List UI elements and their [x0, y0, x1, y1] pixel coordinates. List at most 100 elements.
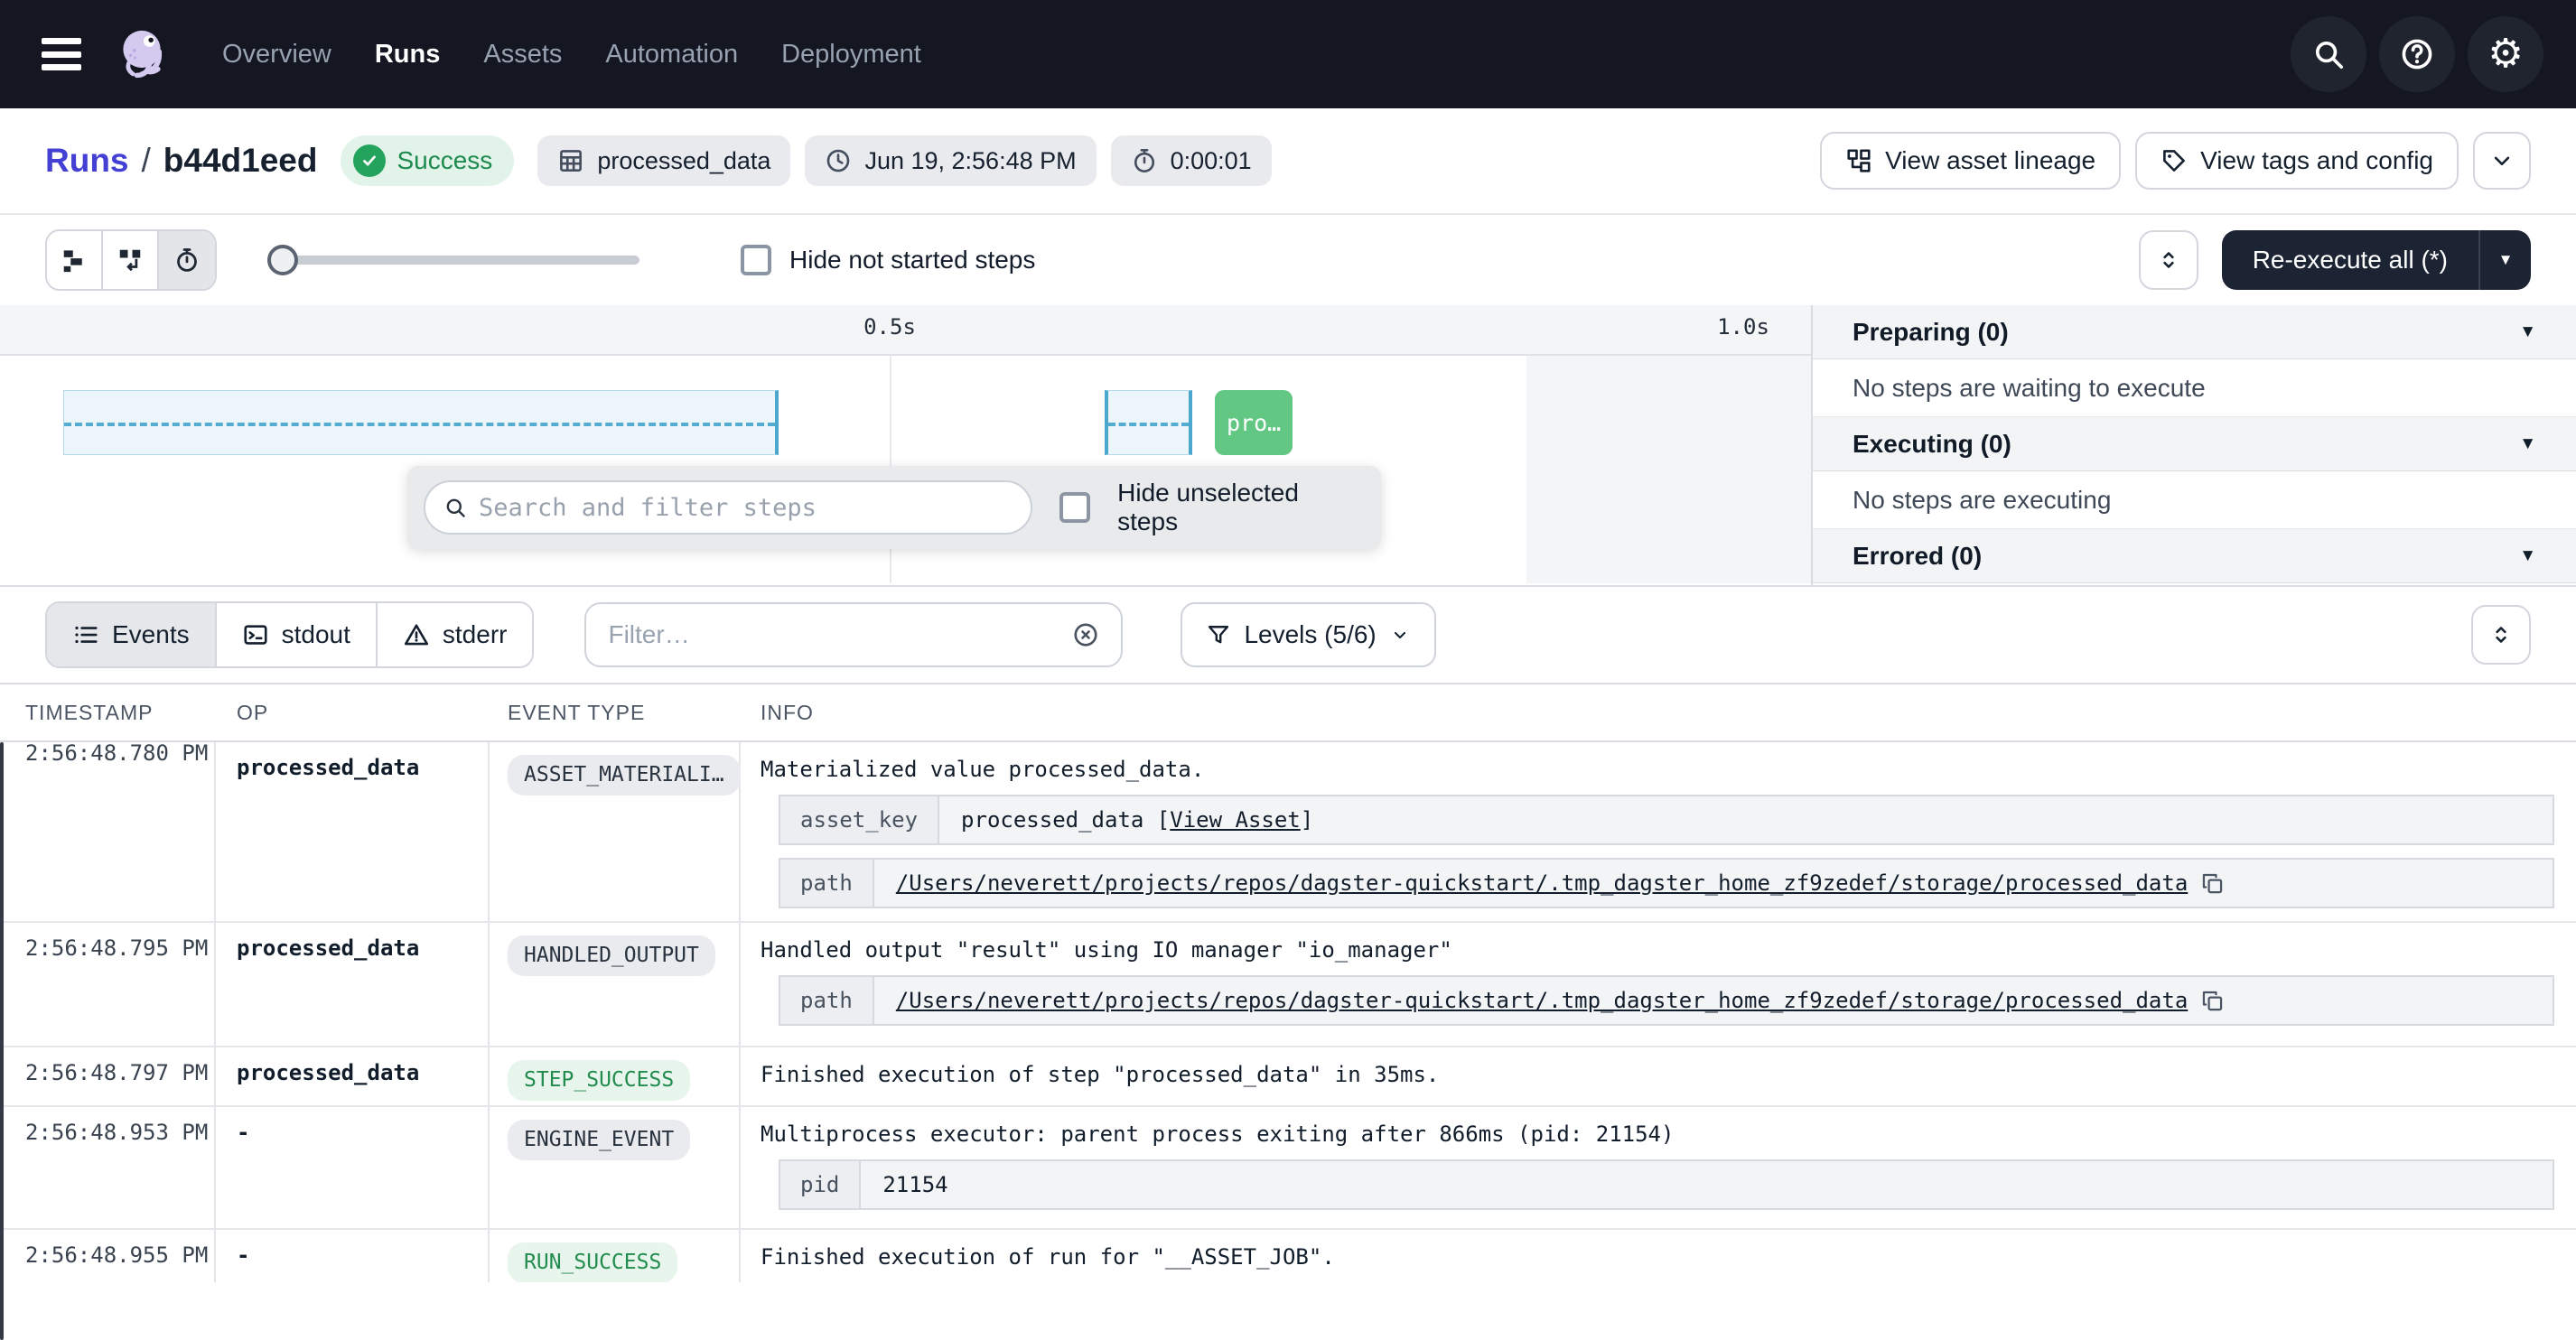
search-icon-small	[443, 496, 468, 520]
run-tag-label: Jun 19, 2:56:48 PM	[864, 147, 1076, 175]
metadata-value: processed_data [View Asset]	[939, 796, 2553, 843]
settings-gear-icon[interactable]: ⚙	[2468, 16, 2543, 92]
column-header-op: OP	[214, 701, 488, 725]
event-type-chip: RUN_SUCCESS	[508, 1242, 677, 1282]
status-section-header-1[interactable]: Executing (0) ▼	[1813, 417, 2576, 471]
view-asset-lineage-button[interactable]: View asset lineage	[1820, 132, 2121, 190]
header-more-chevron-button[interactable]	[2473, 132, 2531, 190]
metadata-table: path/Users/neverett/projects/repos/dagst…	[779, 975, 2554, 1026]
zoom-slider-knob[interactable]	[267, 245, 298, 275]
tab-label: Events	[112, 620, 190, 649]
log-info-cell: Multiprocess executor: parent process ex…	[739, 1107, 2576, 1228]
event-type-chip: ASSET_MATERIALI…	[508, 755, 741, 796]
hide-unselected-label: Hide unselected steps	[1117, 479, 1365, 536]
status-section-body: No steps are executing	[1813, 471, 2576, 529]
log-message: Finished execution of step "processed_da…	[761, 1062, 2554, 1087]
view-asset-link[interactable]: View Asset	[1170, 807, 1301, 833]
gantt-time-axis: 0.5s 1.0s	[0, 305, 1811, 356]
status-label: Success	[397, 146, 492, 175]
status-section-body: No steps are waiting to execute	[1813, 359, 2576, 417]
levels-dropdown[interactable]: Levels (5/6)	[1181, 602, 1435, 667]
metadata-value: /Users/neverett/projects/repos/dagster-q…	[874, 860, 2553, 907]
collapse-triangle-icon[interactable]: ▼	[2519, 434, 2536, 454]
copy-icon[interactable]	[2200, 989, 2225, 1013]
axis-tick-10s: 1.0s	[1717, 314, 1769, 340]
log-op: processed_data	[214, 742, 488, 921]
collapse-triangle-icon[interactable]: ▼	[2519, 322, 2536, 342]
hide-not-started-checkbox[interactable]	[741, 245, 771, 275]
run-tag-label: 0:00:01	[1171, 147, 1252, 175]
nav-items: Overview Runs Assets Automation Deployment	[222, 40, 921, 70]
stdout-icon	[242, 621, 269, 648]
logs-section: Eventsstdoutstderr Levels (5/6) TIMESTAM…	[0, 585, 2576, 1340]
tab-stdout[interactable]: stdout	[217, 603, 378, 666]
check-circle-icon	[353, 144, 386, 177]
search-icon[interactable]	[2291, 16, 2366, 92]
tab-events[interactable]: Events	[47, 603, 217, 666]
log-timestamp: 2:56:48.953 PM	[0, 1107, 214, 1228]
log-event-type-cell: ASSET_MATERIALI…	[488, 742, 739, 921]
log-timestamp: 2:56:48.795 PM	[0, 923, 214, 1046]
status-section-header-0[interactable]: Preparing (0)▼	[1813, 305, 2576, 359]
nav-item-automation[interactable]: Automation	[605, 40, 738, 70]
log-expand-button[interactable]	[2471, 605, 2531, 665]
metadata-key: pid	[780, 1161, 861, 1208]
log-op: processed_data	[214, 923, 488, 1046]
zoom-slider-track[interactable]	[267, 256, 639, 265]
log-row[interactable]: 2:56:48.780 PMprocessed_dataASSET_MATERI…	[0, 742, 2576, 923]
timing-view-icon[interactable]	[159, 231, 215, 289]
hamburger-icon[interactable]	[36, 34, 87, 74]
waiting-bar	[63, 390, 779, 455]
help-icon[interactable]	[2379, 16, 2455, 92]
metadata-table: asset_keyprocessed_data [View Asset]	[779, 795, 2554, 845]
nav-item-overview[interactable]: Overview	[222, 40, 331, 70]
log-message: Finished execution of run for "__ASSET_J…	[761, 1244, 2554, 1270]
lineage-icon	[1845, 147, 1872, 174]
run-id: b44d1eed	[163, 142, 318, 180]
log-row[interactable]: 2:56:48.953 PM-ENGINE_EVENTMultiprocess …	[0, 1107, 2576, 1230]
view-tags-config-button[interactable]: View tags and config	[2135, 132, 2459, 190]
metadata-value: 21154	[861, 1161, 2553, 1208]
nav-item-runs[interactable]: Runs	[375, 40, 441, 70]
status-section-header-2[interactable]: Errored (0)▼	[1813, 529, 2576, 583]
nav-item-deployment[interactable]: Deployment	[781, 40, 921, 70]
reexecute-split-button: Re-execute all (*) ▼	[2222, 230, 2531, 290]
waterfall-view-icon[interactable]	[103, 231, 159, 289]
funnel-icon	[1206, 622, 1231, 647]
gantt-section: 0.5s 1.0s pro… Hide unselected steps Pre…	[0, 305, 2576, 585]
hide-unselected-checkbox[interactable]	[1059, 492, 1090, 523]
tab-stderr[interactable]: stderr	[378, 603, 533, 666]
log-message: Handled output "result" using IO manager…	[761, 937, 2554, 963]
step-bar-processed-data[interactable]: pro…	[1215, 390, 1293, 455]
status-section-title: Executing (0)	[1853, 430, 2011, 459]
vertical-scrollbar[interactable]	[0, 742, 4, 1340]
log-row[interactable]: 2:56:48.955 PM-RUN_SUCCESSFinished execu…	[0, 1230, 2576, 1282]
metadata-table: path/Users/neverett/projects/repos/dagst…	[779, 858, 2554, 908]
timer-icon	[1131, 147, 1158, 174]
collapse-triangle-icon[interactable]: ▼	[2519, 546, 2536, 566]
copy-icon[interactable]	[2200, 871, 2225, 896]
gantt-search-overlay: Hide unselected steps	[407, 466, 1381, 549]
metadata-key: path	[780, 977, 874, 1024]
path-link[interactable]: /Users/neverett/projects/repos/dagster-q…	[896, 988, 2188, 1013]
zoom-slider[interactable]	[267, 245, 639, 275]
reexecute-caret-icon[interactable]: ▼	[2478, 230, 2531, 290]
reexecute-all-button[interactable]: Re-execute all (*)	[2222, 230, 2478, 290]
log-controls: Events stdoutstderr Levels (5/6)	[0, 587, 2576, 683]
dagster-logo[interactable]	[112, 24, 172, 84]
log-row[interactable]: 2:56:48.797 PMprocessed_dataSTEP_SUCCESS…	[0, 1047, 2576, 1107]
log-event-type-cell: RUN_SUCCESS	[488, 1230, 739, 1282]
clear-filter-icon[interactable]	[1072, 621, 1099, 648]
path-link[interactable]: /Users/neverett/projects/repos/dagster-q…	[896, 870, 2188, 896]
log-filter-input[interactable]	[608, 620, 1058, 649]
log-timestamp: 2:56:48.955 PM	[0, 1230, 214, 1282]
log-op: processed_data	[214, 1047, 488, 1105]
log-row[interactable]: 2:56:48.795 PMprocessed_dataHANDLED_OUTP…	[0, 923, 2576, 1047]
nav-item-assets[interactable]: Assets	[483, 40, 562, 70]
expand-collapse-button[interactable]	[2139, 230, 2198, 290]
breadcrumb-runs-link[interactable]: Runs	[45, 142, 129, 180]
step-search-input[interactable]	[479, 494, 1013, 522]
top-nav: Overview Runs Assets Automation Deployment ⚙	[0, 0, 2576, 108]
levels-label: Levels (5/6)	[1244, 620, 1376, 649]
flat-view-icon[interactable]	[47, 231, 103, 289]
